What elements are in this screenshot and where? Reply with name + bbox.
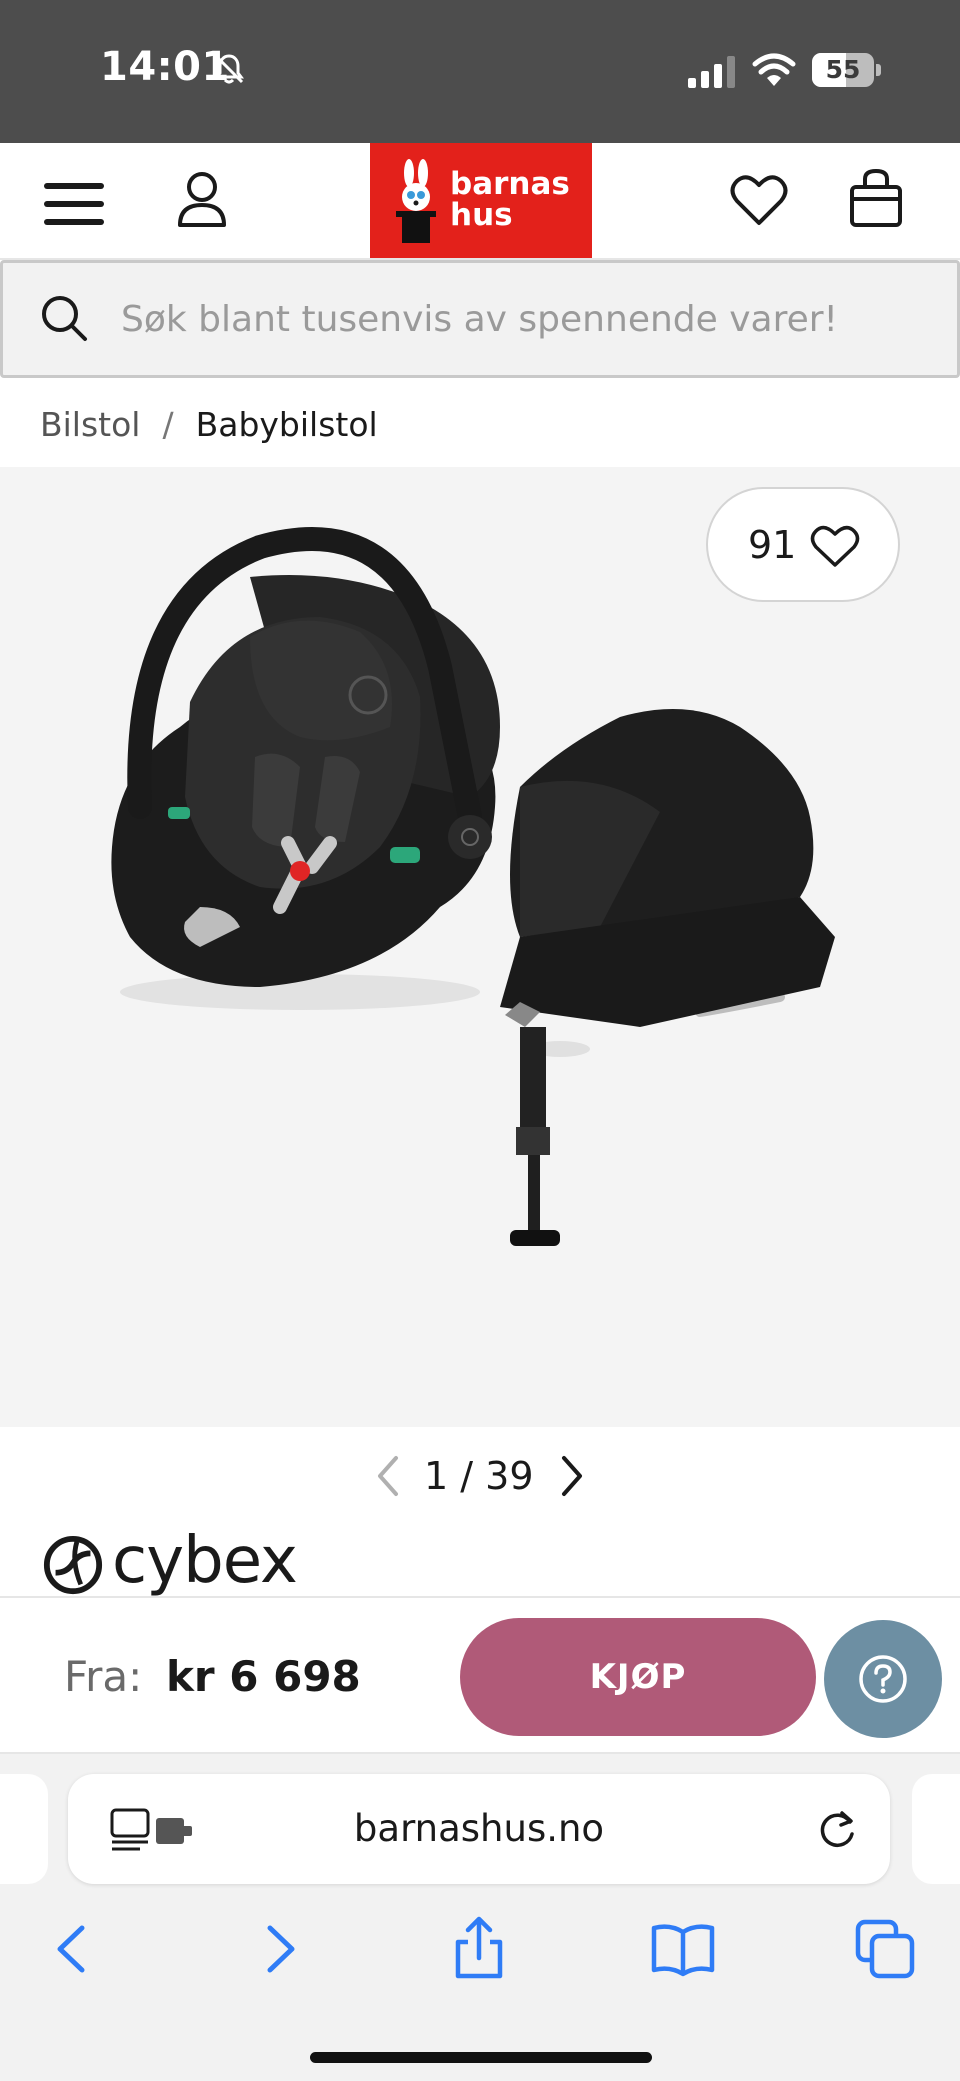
buy-button[interactable]: KJØP bbox=[460, 1618, 816, 1736]
back-icon[interactable] bbox=[38, 1914, 108, 1984]
breadcrumb: Bilstol / Babybilstol bbox=[40, 400, 378, 450]
wifi-icon bbox=[752, 53, 796, 86]
breadcrumb-item-babybilstol[interactable]: Babybilstol bbox=[196, 405, 378, 444]
barnas-hus-logo[interactable]: barnas hus bbox=[370, 143, 592, 258]
product-image[interactable] bbox=[0, 467, 960, 1427]
favorite-button[interactable]: 91 bbox=[706, 487, 900, 602]
search-bar[interactable] bbox=[0, 260, 960, 378]
chevron-right-icon[interactable] bbox=[554, 1452, 590, 1500]
heart-outline-icon bbox=[810, 525, 860, 567]
user-icon[interactable] bbox=[176, 169, 228, 229]
next-tab-peek[interactable] bbox=[912, 1774, 960, 1884]
logo-text: barnas hus bbox=[450, 166, 570, 233]
tabs-icon[interactable] bbox=[850, 1914, 920, 1984]
menu-icon[interactable] bbox=[42, 181, 108, 229]
favorite-count: 91 bbox=[748, 523, 797, 567]
help-button[interactable] bbox=[824, 1620, 942, 1738]
battery-level: 55 bbox=[825, 55, 861, 84]
silent-bell-icon bbox=[214, 54, 244, 84]
purchase-bar: Fra: kr 6 698 KJØP bbox=[0, 1596, 960, 1754]
forward-icon[interactable] bbox=[244, 1914, 314, 1984]
search-input[interactable] bbox=[121, 289, 921, 349]
home-indicator bbox=[310, 2052, 652, 2063]
price-prefix: Fra: bbox=[64, 1652, 143, 1701]
share-icon[interactable] bbox=[444, 1914, 514, 1984]
site-header: barnas hus bbox=[0, 143, 960, 260]
heart-icon[interactable] bbox=[730, 173, 788, 227]
image-counter: 1 / 39 bbox=[424, 1454, 534, 1498]
chevron-left-icon[interactable] bbox=[370, 1452, 406, 1500]
product-image-gallery[interactable]: 91 bbox=[0, 467, 960, 1427]
browser-chrome: barnashus.no bbox=[0, 1754, 960, 2081]
status-bar: 14:01 55 bbox=[0, 0, 960, 143]
battery-indicator: 55 bbox=[812, 53, 882, 87]
reload-icon[interactable] bbox=[814, 1806, 860, 1852]
previous-tab-peek[interactable] bbox=[0, 1774, 48, 1884]
brand-name: cybex bbox=[112, 1524, 298, 1598]
shopping-bag-icon[interactable] bbox=[848, 167, 904, 229]
question-mark-icon bbox=[859, 1655, 907, 1703]
price: kr 6 698 bbox=[166, 1652, 361, 1701]
bookmarks-icon[interactable] bbox=[648, 1914, 718, 1984]
url-text: barnashus.no bbox=[353, 1807, 605, 1850]
rabbit-mascot-icon bbox=[396, 159, 436, 243]
breadcrumb-item-bilstol[interactable]: Bilstol bbox=[40, 405, 140, 444]
image-pager: 1 / 39 bbox=[0, 1448, 960, 1504]
breadcrumb-separator: / bbox=[162, 405, 174, 444]
cybex-logo-icon bbox=[43, 1535, 103, 1595]
cellular-signal-icon bbox=[688, 56, 735, 88]
browser-toolbar bbox=[0, 1904, 960, 1994]
brand-logo[interactable]: cybex bbox=[42, 1526, 312, 1600]
search-icon[interactable] bbox=[39, 293, 89, 343]
address-bar[interactable]: barnashus.no bbox=[68, 1774, 890, 1884]
status-time: 14:01 bbox=[100, 44, 230, 90]
